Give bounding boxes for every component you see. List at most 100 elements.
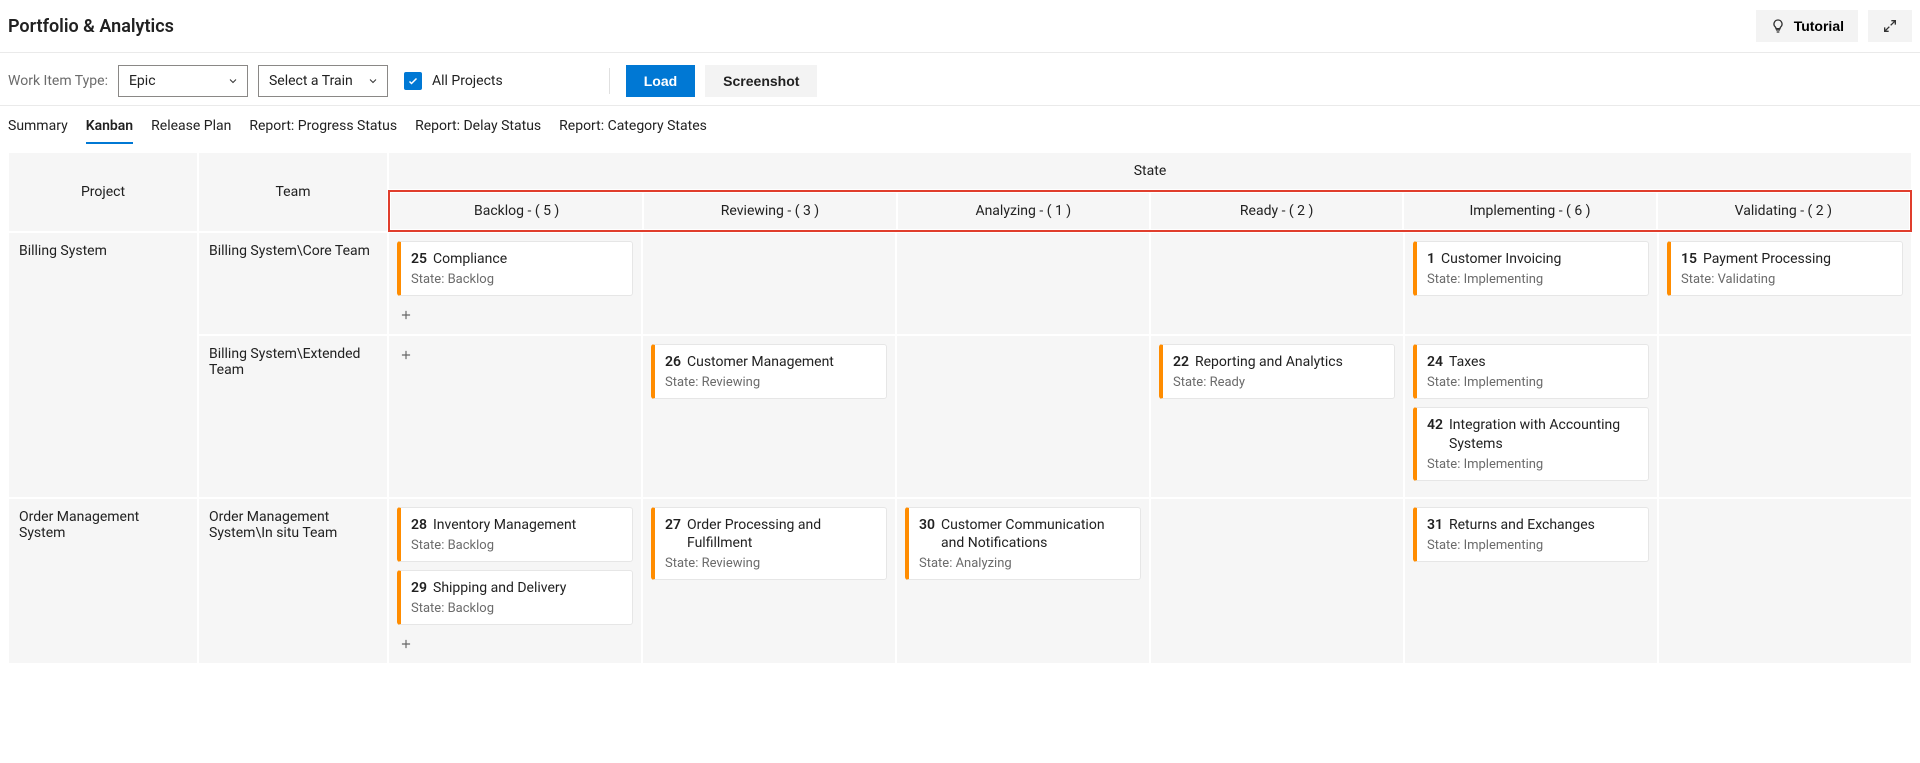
card-id: 30 xyxy=(919,516,935,534)
card-state: State: Implementing xyxy=(1427,538,1638,553)
header-state-implementing: Implementing - ( 6 ) xyxy=(1403,192,1656,230)
epic-card[interactable]: 42Integration with Accounting SystemsSta… xyxy=(1413,407,1649,480)
screenshot-button[interactable]: Screenshot xyxy=(705,65,817,97)
card-id: 29 xyxy=(411,579,427,597)
train-select[interactable]: Select a Train xyxy=(258,65,388,97)
header-state-analyzing: Analyzing - ( 1 ) xyxy=(897,192,1150,230)
card-id: 22 xyxy=(1173,353,1189,371)
card-title: Inventory Management xyxy=(433,516,576,534)
card-id: 15 xyxy=(1681,250,1697,268)
add-card-button[interactable] xyxy=(397,344,415,366)
team-cell: Order Management System\In situ Team xyxy=(198,498,388,664)
header-state-backlog: Backlog - ( 5 ) xyxy=(390,192,643,230)
tab-report-category-states[interactable]: Report: Category States xyxy=(559,112,707,144)
card-title: Payment Processing xyxy=(1703,250,1831,268)
project-cell: Order Management System xyxy=(8,498,198,664)
card-state: State: Analyzing xyxy=(919,556,1130,571)
card-state: State: Ready xyxy=(1173,375,1384,390)
toolbar: Work Item Type: Epic Select a Train All … xyxy=(0,53,1920,106)
card-id: 26 xyxy=(665,353,681,371)
card-title: Reporting and Analytics xyxy=(1195,353,1343,371)
cards-cell: 24TaxesState: Implementing 42Integration … xyxy=(1404,335,1658,498)
card-id: 25 xyxy=(411,250,427,268)
board: ProjectTeamStateBacklog - ( 5 )Reviewing… xyxy=(0,144,1920,672)
tutorial-button[interactable]: Tutorial xyxy=(1756,10,1858,42)
team-cell: Billing System\Core Team xyxy=(198,232,388,335)
epic-card[interactable]: 25 Compliance State: Backlog xyxy=(397,241,633,296)
header-state-reviewing: Reviewing - ( 3 ) xyxy=(643,192,896,230)
cards-cell xyxy=(896,232,1150,335)
card-state: State: Backlog xyxy=(411,272,622,287)
cards-cell: 27Order Processing and FulfillmentState:… xyxy=(642,498,896,664)
add-card-button[interactable] xyxy=(397,304,415,326)
epic-card[interactable]: 15 Payment Processing State: Validating xyxy=(1667,241,1903,296)
card-state: State: Reviewing xyxy=(665,375,876,390)
card-state: State: Implementing xyxy=(1427,272,1638,287)
tab-summary[interactable]: Summary xyxy=(8,112,68,144)
epic-card[interactable]: 24TaxesState: Implementing xyxy=(1413,344,1649,399)
work-item-type-label: Work Item Type: xyxy=(8,73,108,89)
card-title: Shipping and Delivery xyxy=(433,579,566,597)
card-id: 31 xyxy=(1427,516,1443,534)
card-id: 24 xyxy=(1427,353,1443,371)
epic-card[interactable]: 27Order Processing and FulfillmentState:… xyxy=(651,507,887,580)
chevron-down-icon xyxy=(227,75,239,87)
card-state: State: Backlog xyxy=(411,538,622,553)
title-actions: Tutorial xyxy=(1756,10,1912,42)
tab-release-plan[interactable]: Release Plan xyxy=(151,112,231,144)
cards-cell: 30Customer Communication and Notificatio… xyxy=(896,498,1150,664)
train-value: Select a Train xyxy=(269,73,353,89)
header-team: Team xyxy=(198,152,388,232)
tab-report-progress-status[interactable]: Report: Progress Status xyxy=(249,112,397,144)
card-state: State: Implementing xyxy=(1427,457,1638,472)
epic-card[interactable]: 30Customer Communication and Notificatio… xyxy=(905,507,1141,580)
all-projects-label: All Projects xyxy=(432,73,503,89)
cards-cell xyxy=(1150,498,1404,664)
cards-cell: 1 Customer Invoicing State: Implementing xyxy=(1404,232,1658,335)
work-item-type-value: Epic xyxy=(129,73,156,89)
cards-cell: 28 Inventory Management State: Backlog 29 Sh… xyxy=(388,498,642,664)
epic-card[interactable]: 1 Customer Invoicing State: Implementing xyxy=(1413,241,1649,296)
card-title: Compliance xyxy=(433,250,507,268)
work-item-type-select[interactable]: Epic xyxy=(118,65,248,97)
epic-card[interactable]: 22 Reporting and Analytics State: Ready xyxy=(1159,344,1395,399)
page-title: Portfolio & Analytics xyxy=(8,16,174,37)
card-title: Customer Management xyxy=(687,353,834,371)
title-bar: Portfolio & Analytics Tutorial xyxy=(0,0,1920,53)
header-state-validating: Validating - ( 2 ) xyxy=(1657,192,1910,230)
card-id: 1 xyxy=(1427,250,1435,268)
header-state-group: State xyxy=(388,152,1912,190)
header-project: Project xyxy=(8,152,198,232)
tab-kanban[interactable]: Kanban xyxy=(86,112,133,144)
cards-cell xyxy=(896,335,1150,498)
expand-icon xyxy=(1882,18,1898,34)
fullscreen-button[interactable] xyxy=(1868,10,1912,42)
cards-cell xyxy=(1150,232,1404,335)
lightbulb-icon xyxy=(1770,18,1786,34)
epic-card[interactable]: 26 Customer Management State: Reviewing xyxy=(651,344,887,399)
card-state: State: Backlog xyxy=(411,601,622,616)
cards-cell: 15 Payment Processing State: Validating xyxy=(1658,232,1912,335)
tutorial-label: Tutorial xyxy=(1794,18,1844,34)
cards-cell xyxy=(388,335,642,498)
cards-cell xyxy=(1658,498,1912,664)
load-button[interactable]: Load xyxy=(626,65,695,97)
epic-card[interactable]: 31Returns and ExchangesState: Implementi… xyxy=(1413,507,1649,562)
add-card-button[interactable] xyxy=(397,633,415,655)
tab-report-delay-status[interactable]: Report: Delay Status xyxy=(415,112,541,144)
chevron-down-icon xyxy=(367,75,379,87)
team-cell: Billing System\Extended Team xyxy=(198,335,388,498)
epic-card[interactable]: 29 Shipping and Delivery State: Backlog xyxy=(397,570,633,625)
epic-card[interactable]: 28 Inventory Management State: Backlog xyxy=(397,507,633,562)
card-state: State: Implementing xyxy=(1427,375,1638,390)
card-state: State: Reviewing xyxy=(665,556,876,571)
toolbar-divider xyxy=(609,68,610,94)
card-id: 28 xyxy=(411,516,427,534)
card-id: 42 xyxy=(1427,416,1443,434)
cards-cell: 25 Compliance State: Backlog xyxy=(388,232,642,335)
card-state: State: Validating xyxy=(1681,272,1892,287)
cards-cell xyxy=(1658,335,1912,498)
card-title: Order Processing and Fulfillment xyxy=(687,516,876,552)
card-title: Customer Invoicing xyxy=(1441,250,1561,268)
all-projects-checkbox[interactable] xyxy=(404,72,422,90)
